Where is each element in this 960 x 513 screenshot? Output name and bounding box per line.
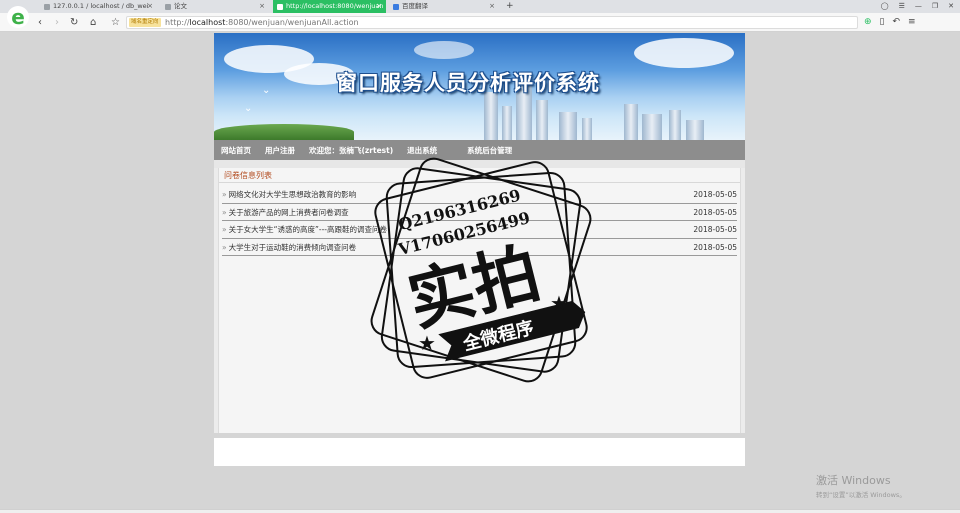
page-icon: [44, 4, 50, 10]
survey-title[interactable]: 大学生对于运动鞋的消费倾向调查问卷: [229, 243, 357, 252]
toolbar-right-icons: ⊕ ▯ ↶ ≡: [864, 16, 916, 29]
site-footer: [214, 438, 745, 466]
tab-wenjuan[interactable]: http://localhost:8080/wenjuan ×: [273, 0, 386, 13]
close-icon[interactable]: ×: [489, 0, 495, 13]
url-host: localhost: [189, 18, 226, 27]
grass: [214, 124, 354, 140]
survey-date: 2018-05-05: [693, 242, 737, 252]
window-controls: ◯ ☰ — ❐ ✕: [881, 0, 954, 13]
close-icon[interactable]: ×: [147, 0, 153, 13]
close-icon[interactable]: ×: [376, 0, 382, 13]
survey-title[interactable]: 关于旅游产品的网上消费者问卷调查: [229, 208, 349, 217]
page-icon: [277, 4, 283, 10]
nav-register[interactable]: 用户注册: [265, 145, 295, 156]
cloud: [634, 38, 734, 68]
building: [669, 110, 681, 140]
building: [484, 92, 498, 140]
browser-toolbar: ‹ › ↻ ⌂ ☆ 域名重定向 http://localhost:8080/we…: [0, 13, 960, 32]
site-title: 窗口服务人员分析评价系统: [336, 71, 600, 95]
translate-icon: [393, 4, 399, 10]
activation-title: 激活 Windows: [816, 474, 891, 487]
bird-icon: ⌄: [244, 103, 253, 114]
browser-logo[interactable]: e: [7, 5, 29, 29]
undo-icon[interactable]: ↶: [893, 16, 901, 29]
building: [559, 112, 577, 140]
bookmark-star-icon[interactable]: ☆: [111, 16, 120, 29]
cloud: [414, 41, 474, 59]
building: [642, 114, 662, 140]
reload-icon[interactable]: ↻: [70, 16, 78, 29]
close-icon[interactable]: ×: [259, 0, 265, 13]
home-icon[interactable]: ⌂: [90, 16, 96, 29]
close-window-icon[interactable]: ✕: [948, 0, 954, 13]
bullet-icon: »: [222, 190, 227, 199]
activation-subtitle: 转到“设置”以激活 Windows。: [816, 491, 906, 499]
bullet-icon: »: [222, 207, 227, 217]
building: [624, 104, 638, 140]
url-path: :8080/wenjuan/wenjuanAll.action: [225, 18, 359, 27]
survey-title[interactable]: 网络文化对大学生思想政治教育的影响: [229, 190, 357, 199]
survey-date: 2018-05-05: [693, 190, 737, 199]
survey-date: 2018-05-05: [693, 207, 737, 217]
back-icon[interactable]: ‹: [38, 16, 42, 29]
minimize-icon[interactable]: —: [915, 0, 922, 13]
tab-phpmyadmin[interactable]: 127.0.0.1 / localhost / db_wei ×: [40, 0, 157, 13]
address-bar[interactable]: 域名重定向 http://localhost:8080/wenjuan/wenj…: [126, 16, 858, 29]
new-tab-button[interactable]: +: [506, 0, 514, 13]
building: [536, 100, 548, 140]
tab-baidu-fanyi[interactable]: 百度翻译 ×: [389, 0, 499, 13]
reader-icon[interactable]: ▯: [880, 16, 885, 29]
menu-icon[interactable]: ☰: [899, 0, 905, 13]
shield-icon[interactable]: ◯: [881, 0, 889, 13]
browser-status-bar: [0, 509, 960, 513]
forward-icon[interactable]: ›: [55, 16, 59, 29]
security-icon[interactable]: ⊕: [864, 16, 872, 29]
tab-title: 论文: [174, 2, 187, 10]
hamburger-icon[interactable]: ≡: [908, 16, 916, 29]
star-icon: ★: [418, 331, 436, 355]
url-prefix: http://: [165, 18, 190, 27]
bird-icon: ⌄: [262, 85, 271, 96]
bullet-icon: »: [222, 242, 227, 252]
restore-icon[interactable]: ❐: [932, 0, 938, 13]
building: [686, 120, 704, 140]
tab-lunwen[interactable]: 论文 ×: [161, 0, 269, 13]
windows-activation: 激活 Windows 转到“设置”以激活 Windows。: [816, 472, 906, 499]
survey-date: 2018-05-05: [693, 225, 737, 234]
building: [582, 118, 592, 140]
building: [502, 106, 512, 140]
bullet-icon: »: [222, 225, 227, 234]
site-banner: ⌄ ⌄ 窗口服务人员分析评价系统: [214, 33, 745, 140]
browser-tab-bar: 127.0.0.1 / localhost / db_wei × 论文 × ht…: [0, 0, 960, 13]
tab-title: http://localhost:8080/wenjuan: [286, 2, 384, 10]
tab-title: 127.0.0.1 / localhost / db_wei: [53, 2, 149, 10]
nav-home[interactable]: 网站首页: [221, 145, 251, 156]
watermark-stamp: Q2196316269 V17060256499 实拍 全微程序 ★ ★: [370, 157, 592, 383]
page-icon: [165, 4, 171, 10]
star-icon: ★: [550, 291, 568, 315]
redirect-badge: 域名重定向: [129, 18, 161, 27]
tab-title: 百度翻译: [402, 2, 428, 10]
